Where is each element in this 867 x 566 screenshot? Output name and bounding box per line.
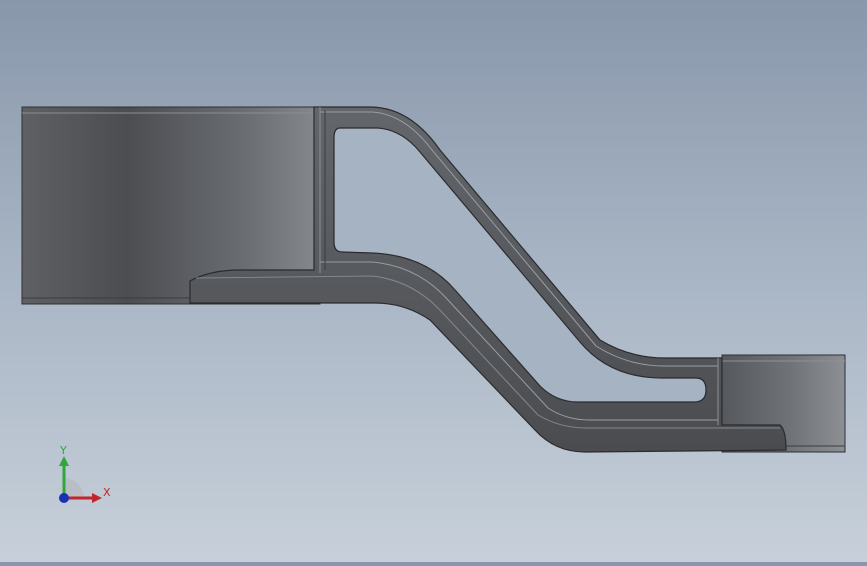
x-axis-label: X [103, 486, 111, 499]
y-axis-label: Y [59, 444, 67, 457]
coordinate-triad: Y X [59, 444, 111, 503]
cad-viewport[interactable]: Y X [0, 0, 867, 562]
y-arrow-icon [59, 456, 69, 466]
model-canvas[interactable] [0, 0, 867, 562]
z-axis-dot [59, 493, 69, 503]
x-arrow-icon [92, 493, 102, 503]
